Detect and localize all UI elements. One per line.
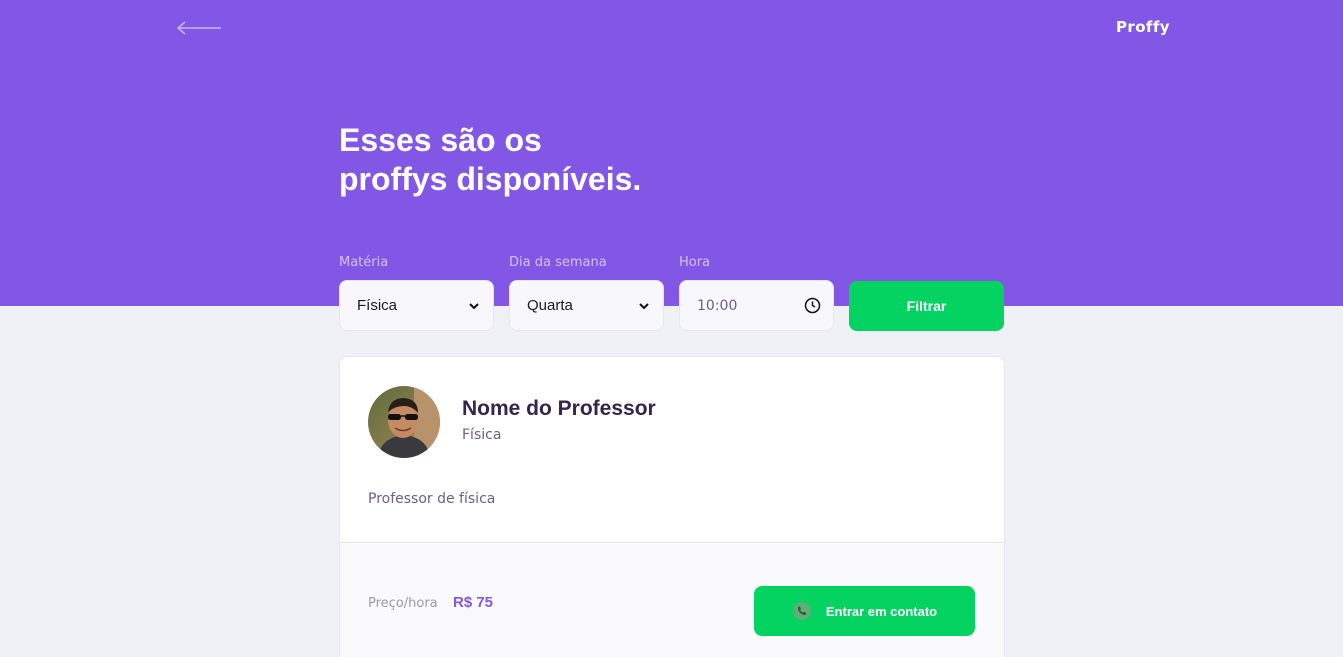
contact-button[interactable]: Entrar em contato [754, 586, 975, 636]
price-value: R$ 75 [453, 594, 494, 611]
back-button[interactable] [176, 19, 222, 37]
teacher-bio: Professor de física [368, 491, 496, 507]
subject-label: Matéria [339, 255, 389, 270]
page-title-line-1: Esses são os [339, 122, 542, 158]
teacher-name: Nome do Professor [462, 397, 656, 420]
weekday-label: Dia da semana [509, 255, 607, 270]
weekday-select-value: Quarta [527, 297, 573, 314]
chevron-down-icon [469, 302, 479, 309]
filter-button[interactable]: Filtrar [849, 281, 1004, 331]
teacher-card-footer: Preço/hora R$ 75 Entrar em contato [340, 542, 1004, 657]
time-label: Hora [679, 255, 711, 270]
page-title: Esses são os proffys disponíveis. [339, 121, 759, 199]
time-input-value: 10:00 [697, 297, 738, 314]
page-title-line-2: proffys disponíveis. [339, 161, 642, 197]
arrow-left-icon [176, 21, 221, 35]
time-input[interactable]: 10:00 [679, 280, 834, 331]
logo: Proffy [1116, 18, 1170, 36]
contact-button-label: Entrar em contato [825, 603, 938, 619]
chevron-down-icon [639, 302, 649, 309]
teacher-subject: Física [462, 427, 502, 443]
subject-select[interactable]: Física [339, 280, 494, 331]
page-header: Proffy Esses são os proffys disponíveis. [0, 0, 1343, 306]
clock-icon[interactable] [804, 297, 821, 314]
whatsapp-icon [792, 602, 811, 620]
teacher-card: Nome do Professor Física Professor de fí… [339, 356, 1005, 657]
subject-select-value: Física [357, 297, 398, 314]
price-label: Preço/hora [368, 596, 438, 611]
weekday-select[interactable]: Quarta [509, 280, 664, 331]
avatar [368, 386, 440, 458]
